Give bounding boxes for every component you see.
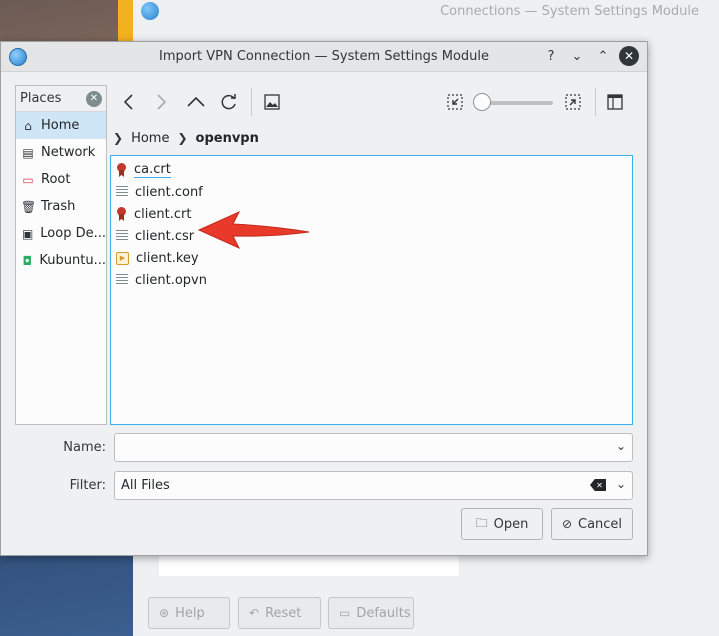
key-file-icon: ▶ — [116, 251, 129, 265]
forward-button[interactable] — [149, 90, 173, 114]
file-item[interactable]: client.csr — [111, 225, 632, 247]
file-list[interactable]: ca.crt client.conf client.crt client.csr… — [110, 155, 633, 425]
chevron-down-icon[interactable]: ⌄ — [616, 477, 626, 491]
loop-device-icon: ▣ — [21, 226, 34, 241]
back-button[interactable] — [117, 90, 141, 114]
zoom-in-icon — [565, 94, 581, 110]
filter-label: Filter: — [69, 478, 106, 493]
defaults-button[interactable]: ▭ Defaults — [328, 597, 414, 629]
breadcrumb: ❯ Home ❯ openvpn — [113, 128, 259, 148]
drive-icon: ◘ — [22, 253, 32, 268]
place-kubuntu[interactable]: ◘ Kubuntu... — [16, 247, 106, 274]
clear-text-icon[interactable]: ✕ — [590, 479, 606, 491]
close-button[interactable]: ✕ — [619, 46, 639, 66]
forward-icon — [157, 94, 167, 110]
home-icon: ⌂ — [24, 118, 32, 133]
system-settings-icon — [141, 2, 159, 20]
annotation-arrow — [197, 210, 310, 250]
chevron-right-icon: ❯ — [177, 131, 188, 145]
help-titlebar-button[interactable]: ? — [541, 46, 561, 66]
up-icon — [187, 96, 205, 107]
dialog-titlebar[interactable]: Import VPN Connection — System Settings … — [1, 42, 647, 72]
background-window-title: Connections — System Settings Module — [440, 4, 699, 19]
name-label: Name: — [63, 440, 106, 455]
reset-button[interactable]: ↶ Reset — [238, 597, 321, 629]
place-home[interactable]: ⌂ Home — [16, 112, 106, 139]
import-vpn-dialog: Import VPN Connection — System Settings … — [0, 41, 648, 556]
zoom-in-button[interactable] — [561, 90, 585, 114]
toolbar-separator — [595, 88, 596, 116]
filter-value[interactable]: All Files — [121, 478, 170, 493]
root-folder-icon: ▭ — [22, 172, 34, 187]
help-button[interactable]: ⊛ Help — [148, 597, 230, 629]
filter-combobox[interactable]: All Files ✕ ⌄ — [114, 471, 633, 500]
place-trash[interactable]: 🗑︎ Trash — [16, 193, 106, 220]
file-toolbar — [111, 84, 641, 120]
close-places-icon[interactable]: ✕ — [86, 90, 102, 107]
folder-open-icon: 🗀︎ — [475, 515, 488, 530]
trash-icon: 🗑︎ — [21, 199, 37, 214]
place-root[interactable]: ▭ Root — [16, 166, 106, 193]
text-file-icon — [116, 274, 128, 286]
help-icon: ⊛ — [159, 606, 170, 620]
certificate-icon — [116, 163, 127, 177]
breadcrumb-openvpn[interactable]: openvpn — [196, 131, 259, 146]
back-icon — [123, 94, 133, 110]
name-combobox[interactable]: ⌄ — [114, 433, 633, 462]
file-item[interactable]: ▶ client.key — [111, 247, 632, 269]
text-file-icon — [116, 230, 128, 242]
network-icon: ▤ — [22, 145, 34, 160]
file-item[interactable]: client.crt — [111, 203, 632, 225]
place-loop-device[interactable]: ▣ Loop De... — [16, 220, 106, 247]
panel-layout-icon — [607, 94, 623, 110]
cancel-icon: ⊘ — [561, 517, 572, 531]
reset-icon: ↶ — [249, 606, 260, 620]
file-item[interactable]: ca.crt — [111, 159, 632, 181]
toolbar-separator — [251, 88, 252, 116]
open-button[interactable]: 🗀︎ Open — [461, 508, 543, 540]
file-item[interactable]: client.conf — [111, 181, 632, 203]
zoom-out-button[interactable] — [443, 90, 467, 114]
chevron-right-icon: ❯ — [113, 131, 124, 145]
zoom-slider-handle[interactable] — [473, 93, 491, 111]
file-item[interactable]: client.opvn — [111, 269, 632, 291]
reload-icon — [221, 94, 236, 110]
text-file-icon — [116, 186, 128, 198]
places-header: Places ✕ — [16, 86, 106, 112]
breadcrumb-home[interactable]: Home — [131, 131, 169, 146]
minimize-button[interactable]: ⌄ — [567, 46, 587, 66]
preview-button[interactable] — [260, 90, 284, 114]
cancel-button[interactable]: ⊘ Cancel — [551, 508, 633, 540]
zoom-out-icon — [447, 94, 463, 110]
image-preview-icon — [264, 94, 280, 110]
reload-button[interactable] — [217, 90, 241, 114]
places-panel: Places ✕ ⌂ Home ▤ Network ▭ Root 🗑︎ Tras… — [15, 85, 107, 425]
maximize-button[interactable]: ⌃ — [593, 46, 613, 66]
chevron-down-icon[interactable]: ⌄ — [616, 439, 626, 453]
up-button[interactable] — [184, 90, 208, 114]
place-network[interactable]: ▤ Network — [16, 139, 106, 166]
options-menu-button[interactable] — [603, 90, 627, 114]
defaults-icon: ▭ — [339, 606, 351, 620]
certificate-icon — [116, 207, 127, 221]
